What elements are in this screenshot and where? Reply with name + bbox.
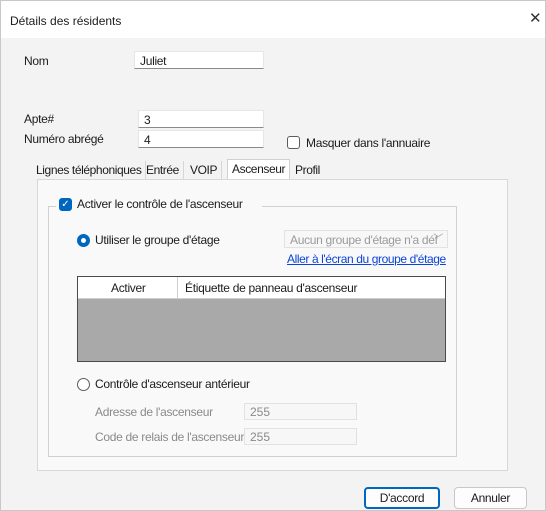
residents-dialog: Détails des résidents ✕ Nom Juliet Apte#… (0, 0, 546, 511)
elevator-address-field[interactable]: 255 (244, 403, 357, 420)
relay-code-label: Code de relais de l'ascenseur (95, 430, 245, 444)
elevator-address-label: Adresse de l'ascenseur (95, 405, 213, 419)
floor-group-label: Utiliser le groupe d'étage (95, 233, 220, 247)
tab-phone-lines[interactable]: Lignes téléphoniques (32, 161, 147, 179)
name-field[interactable]: Juliet (134, 51, 264, 69)
tab-profile[interactable]: Profil (291, 161, 324, 179)
elevator-panel-table[interactable]: Activer Étiquette de panneau d'ascenseur (77, 276, 446, 362)
ok-button[interactable]: D'accord (364, 487, 440, 509)
close-icon[interactable]: ✕ (529, 11, 542, 26)
dialog-title: Détails des résidents (10, 14, 122, 28)
legacy-control-label: Contrôle d'ascenseur antérieur (95, 377, 250, 391)
title-bar: Détails des résidents ✕ (1, 1, 545, 38)
tab-voip[interactable]: VOIP (186, 161, 223, 179)
name-label: Nom (24, 54, 49, 68)
apt-label: Apte# (24, 112, 54, 126)
floor-group-link[interactable]: Aller à l'écran du groupe d'étage (287, 252, 446, 266)
floor-group-radio[interactable] (77, 234, 90, 247)
chevron-down-icon: ﹀ (433, 234, 443, 245)
table-header: Activer Étiquette de panneau d'ascenseur (78, 277, 445, 299)
enable-elevator-label: Activer le contrôle de l'ascenseur (77, 197, 243, 211)
hide-directory-label: Masquer dans l'annuaire (306, 136, 431, 150)
floor-group-select-value: Aucun groupe d'étage n'a déf (290, 233, 438, 247)
short-number-field[interactable]: 4 (138, 130, 264, 148)
enable-elevator-checkbox[interactable]: ✓ (59, 198, 72, 211)
tab-elevator[interactable]: Ascenseur (227, 159, 290, 180)
tab-entry[interactable]: Entrée (142, 161, 184, 179)
column-header-panel-label[interactable]: Étiquette de panneau d'ascenseur (185, 281, 357, 295)
relay-code-field[interactable]: 255 (244, 428, 357, 445)
cancel-button[interactable]: Annuler (454, 487, 527, 509)
legacy-control-radio[interactable] (77, 378, 90, 391)
floor-group-select[interactable]: Aucun groupe d'étage n'a déf ﹀ (284, 230, 448, 248)
apt-field[interactable]: 3 (138, 110, 264, 128)
short-number-label: Numéro abrégé (24, 132, 104, 146)
column-header-enable[interactable]: Activer (111, 281, 146, 295)
hide-directory-checkbox[interactable] (287, 136, 300, 149)
column-divider (177, 277, 178, 298)
